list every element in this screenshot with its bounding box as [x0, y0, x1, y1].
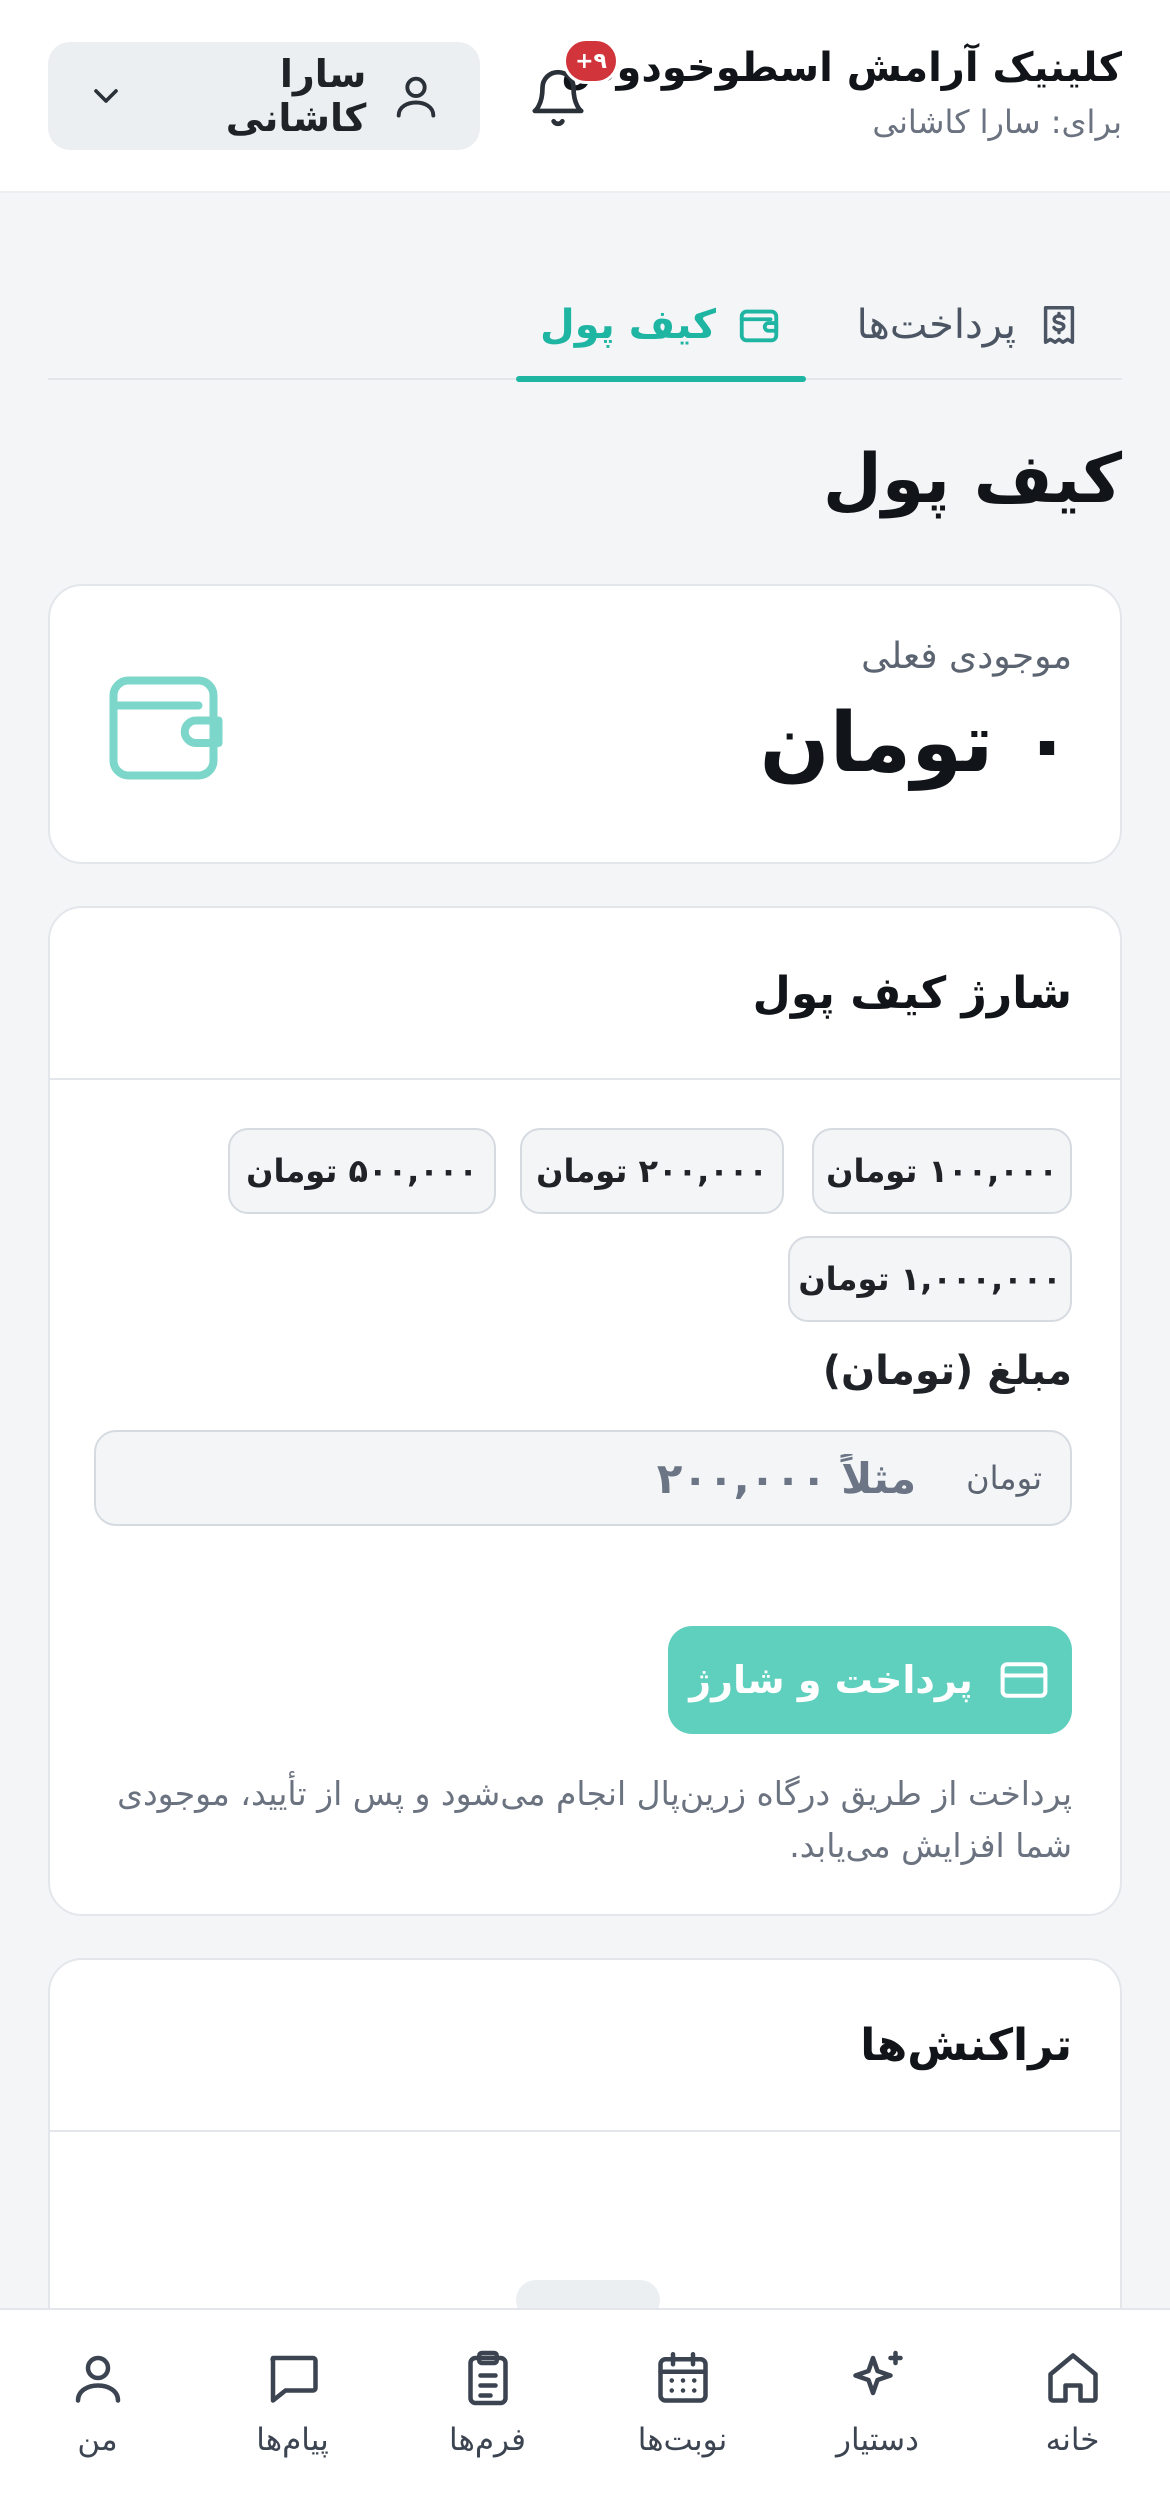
charge-wallet-card: شارژ کیف پول ۱۰۰,۰۰۰ تومان ۲۰۰,۰۰۰ تومان… [48, 906, 1122, 1916]
payment-note: پرداخت از طریق درگاه زرین‌پال انجام می‌ش… [117, 1774, 1072, 1865]
nav-forms[interactable]: فرم‌ها [390, 2310, 585, 2496]
app-header: کلینیک آرامش اسطوخودوس برای: سارا کاشانی… [0, 0, 1170, 193]
profile-switcher[interactable]: سارا کاشانی [48, 42, 480, 150]
charge-title: شارژ کیف پول [50, 908, 1120, 1080]
balance-label: موجودی فعلی [861, 636, 1072, 677]
nav-appointments[interactable]: نوبت‌ها [585, 2310, 780, 2496]
pay-and-charge-button[interactable]: پرداخت و شارژ [668, 1626, 1072, 1734]
tab-payments-label: پرداخت‌ها [856, 302, 1016, 348]
wallet-icon [739, 309, 779, 343]
nav-messages-label: پیام‌ها [256, 2422, 329, 2458]
page-title: کیف پول [822, 440, 1122, 519]
amount-unit: تومان [966, 1459, 1042, 1497]
preset-amount-100k[interactable]: ۱۰۰,۰۰۰ تومان [812, 1128, 1072, 1214]
amount-input[interactable] [276, 1453, 917, 1503]
amount-field[interactable]: تومان [94, 1430, 1072, 1526]
nav-home-label: خانه [1045, 2422, 1100, 2458]
bottom-nav: خانه دستیار نوبت‌ها فرم‌ها پیام‌ها [0, 2308, 1170, 2496]
nav-messages[interactable]: پیام‌ها [195, 2310, 390, 2496]
home-icon [1047, 2353, 1098, 2403]
preset-amount-500k[interactable]: ۵۰۰,۰۰۰ تومان [228, 1128, 496, 1214]
clinic-name: کلینیک آرامش اسطوخودوس [561, 45, 1122, 91]
nav-forms-label: فرم‌ها [449, 2422, 526, 2458]
tab-payments[interactable]: پرداخت‌ها [857, 272, 1082, 378]
chat-icon [269, 2355, 318, 2403]
balance-card: موجودی فعلی ۰ تومان [48, 584, 1122, 864]
nav-home[interactable]: خانه [975, 2310, 1170, 2496]
user-icon [388, 68, 444, 124]
nav-profile[interactable]: من [0, 2310, 195, 2496]
transactions-title: تراکنش‌ها [50, 1960, 1120, 2132]
pay-button-label: پرداخت و شارژ [689, 1658, 973, 1702]
wallet-tabs: پرداخت‌ها کیف پول [48, 250, 1122, 382]
user-icon [75, 2355, 120, 2403]
nav-assistant-label: دستیار [836, 2422, 919, 2458]
nav-appointments-label: نوبت‌ها [637, 2422, 728, 2458]
preset-amount-1m[interactable]: ۱,۰۰۰,۰۰۰ تومان [788, 1236, 1072, 1322]
chevron-down-icon [84, 74, 128, 118]
tab-wallet[interactable]: کیف پول [516, 272, 806, 382]
clinic-info: کلینیک آرامش اسطوخودوس برای: سارا کاشانی [561, 40, 1122, 146]
preset-amount-200k[interactable]: ۲۰۰,۰۰۰ تومان [520, 1128, 784, 1214]
receipt-icon [1043, 306, 1075, 344]
credit-card-icon [1000, 1662, 1048, 1698]
profile-name: سارا کاشانی [225, 52, 367, 140]
balance-value: ۰ تومان [759, 696, 1072, 791]
amount-label: مبلغ (تومان) [822, 1348, 1072, 1394]
nav-profile-label: من [77, 2422, 118, 2458]
wallet-icon [109, 676, 223, 780]
clipboard-icon [467, 2350, 508, 2406]
nav-assistant[interactable]: دستیار [780, 2310, 975, 2496]
tab-wallet-label: کیف پول [540, 302, 716, 348]
sparkles-icon [852, 2350, 903, 2396]
patient-for-label: برای: سارا کاشانی [872, 103, 1122, 141]
calendar-icon [657, 2352, 708, 2403]
notification-badge: ۹+ [563, 38, 619, 84]
